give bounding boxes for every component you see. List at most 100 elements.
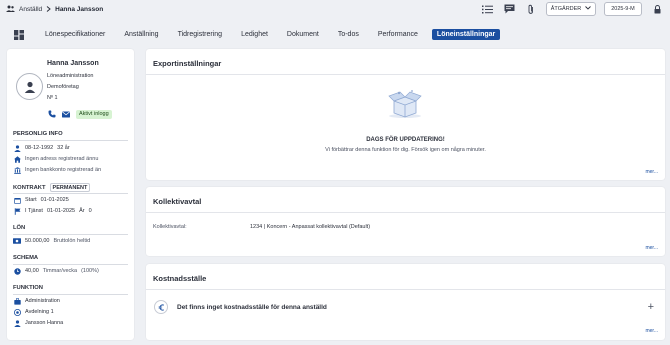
address: Ingen adress registrerad ännu xyxy=(25,156,99,162)
divider xyxy=(13,193,128,194)
money-icon xyxy=(13,237,21,245)
avatar[interactable] xyxy=(16,73,43,100)
start-label: Start xyxy=(25,197,37,203)
calendar-icon xyxy=(13,196,21,204)
people-icon xyxy=(6,5,15,14)
personal-info-title: PERSONLIG INFO xyxy=(13,131,63,137)
email-icon[interactable] xyxy=(61,109,71,119)
birthdate: 08-12-1992 xyxy=(25,145,54,151)
manager-row: Jansson Hanna xyxy=(13,319,63,327)
bank-account: Ingen bankkonto registrerad än xyxy=(25,167,102,173)
contract-start-row: Start 01-01-2025 xyxy=(13,196,69,204)
in-service-date: 01-01-2025 xyxy=(46,208,76,214)
tab-tidregistrering[interactable]: Tidregistrering xyxy=(173,29,227,40)
tab-bar: Lönespecifikationer Anställning Tidregis… xyxy=(0,25,670,45)
divider xyxy=(13,264,128,265)
tab-todos[interactable]: To-dos xyxy=(333,29,364,40)
list-icon[interactable] xyxy=(480,2,494,16)
briefcase-icon xyxy=(13,297,21,305)
top-bar: Anställd Hanna Jansson ÅTGÄRDER 2025-9-M xyxy=(0,0,670,20)
update-message: Vi förbättrar denna funktion för dig. Fö… xyxy=(325,147,486,153)
collective-agreement-title: Kollektivavtal xyxy=(153,197,202,206)
chevron-down-icon xyxy=(585,6,592,12)
tab-anstallning[interactable]: Anställning xyxy=(119,29,163,40)
actions-dropdown-button[interactable]: ÅTGÄRDER xyxy=(546,2,596,16)
salary-row: 50.000,00 Bruttolön heltid xyxy=(13,237,90,245)
chat-icon[interactable] xyxy=(502,2,516,16)
salary-type: Bruttolön heltid xyxy=(53,238,91,244)
dashboard-icon[interactable] xyxy=(14,30,24,42)
breadcrumb: Anställd Hanna Jansson xyxy=(6,5,103,14)
cost-center-title: Kostnadsställe xyxy=(153,274,207,283)
breadcrumb-parent[interactable]: Anställd xyxy=(19,6,42,13)
division-row: Avdelning 1 xyxy=(13,308,54,316)
in-service-label: I Tjänst xyxy=(25,208,43,214)
divider xyxy=(13,234,128,235)
collective-agreement-label: Kollektivavtal: xyxy=(153,224,187,230)
clock-icon xyxy=(13,267,21,275)
schedule-row: 40,00 Timmar/vecka (100%) xyxy=(13,267,99,275)
add-icon[interactable]: + xyxy=(648,301,654,313)
employee-profile-card: Hanna Jansson Löneadministration Demoför… xyxy=(7,49,134,340)
contract-header: KONTRAKT PERMANENT xyxy=(13,183,91,192)
more-link[interactable]: mer... xyxy=(645,245,658,251)
divider xyxy=(146,289,665,290)
division: Avdelning 1 xyxy=(25,309,54,315)
contract-type-badge: PERMANENT xyxy=(49,183,91,192)
in-service-row: I Tjänst 01-01-2025 År 0 xyxy=(13,207,92,215)
employee-role: Löneadministration xyxy=(47,73,94,79)
schedule-percent: (100%) xyxy=(81,268,99,274)
address-row: Ingen adress registrerad ännu xyxy=(13,155,98,163)
tab-dokument[interactable]: Dokument xyxy=(282,29,324,40)
chevron-right-icon xyxy=(46,5,51,14)
tab-ledighet[interactable]: Ledighet xyxy=(236,29,273,40)
phone-icon[interactable] xyxy=(47,109,57,119)
export-settings-title: Exportinställningar xyxy=(153,59,222,68)
start-date: 01-01-2025 xyxy=(40,197,69,203)
more-link[interactable]: mer... xyxy=(645,328,658,334)
flag-icon xyxy=(13,207,21,215)
years-label: År xyxy=(79,208,85,214)
update-heading: DAGS FÖR UPPDATERING! xyxy=(366,137,445,143)
employee-name: Hanna Jansson xyxy=(47,60,99,67)
collective-agreement-card: Kollektivavtal Kollektivavtal: 1234 | Ko… xyxy=(146,187,665,256)
euro-icon xyxy=(154,300,168,314)
department: Administration xyxy=(25,298,60,304)
schedule-unit: Timmar/vecka xyxy=(42,268,78,274)
actions-label: ÅTGÄRDER xyxy=(550,6,582,12)
collective-agreement-value: 1234 | Koncern - Anpassat kollektivavtal… xyxy=(250,224,371,230)
function-title: FUNKTION xyxy=(13,285,43,291)
employee-number: Nº 1 xyxy=(47,95,58,101)
divider xyxy=(146,212,665,213)
export-settings-card: Exportinställningar DAGS FÖR UPPDATERING… xyxy=(146,49,665,180)
employee-company: Demoföretag xyxy=(47,84,79,90)
more-link[interactable]: mer... xyxy=(645,169,658,175)
bank-row: Ingen bankkonto registrerad än xyxy=(13,166,101,174)
schedule-hours: 40,00 xyxy=(25,268,39,274)
salary-amount: 50.000,00 xyxy=(25,238,50,244)
no-cost-center-message: Det finns inget kostnadsställe för denna… xyxy=(177,304,327,311)
cost-center-card: Kostnadsställe Det finns inget kostnadss… xyxy=(146,264,665,340)
years-value: 0 xyxy=(88,208,92,214)
lock-icon[interactable] xyxy=(650,2,664,16)
department-row: Administration xyxy=(13,297,60,305)
birthdate-row: 08-12-1992 32 år xyxy=(13,144,70,152)
status-badge: Aktivt inlogg xyxy=(76,109,112,119)
tab-performance[interactable]: Performance xyxy=(373,29,423,40)
divider xyxy=(13,140,128,141)
person-icon xyxy=(13,319,21,327)
contract-title: KONTRAKT xyxy=(13,184,46,191)
salary-title: LÖN xyxy=(13,225,26,231)
period-button[interactable]: 2025-9-M xyxy=(604,2,642,16)
division-icon xyxy=(13,308,21,316)
divider xyxy=(13,294,128,295)
age: 32 år xyxy=(57,145,70,151)
tab-loneinstallningar[interactable]: Löneinställningar xyxy=(431,29,501,40)
attachment-icon[interactable] xyxy=(524,2,538,16)
schedule-title: SCHEMA xyxy=(13,255,39,261)
manager[interactable]: Jansson Hanna xyxy=(25,320,63,326)
tabs: Lönespecifikationer Anställning Tidregis… xyxy=(40,29,509,40)
bank-icon xyxy=(13,166,21,174)
tab-lonespecifikationer[interactable]: Lönespecifikationer xyxy=(40,29,110,40)
person-icon xyxy=(13,144,21,152)
